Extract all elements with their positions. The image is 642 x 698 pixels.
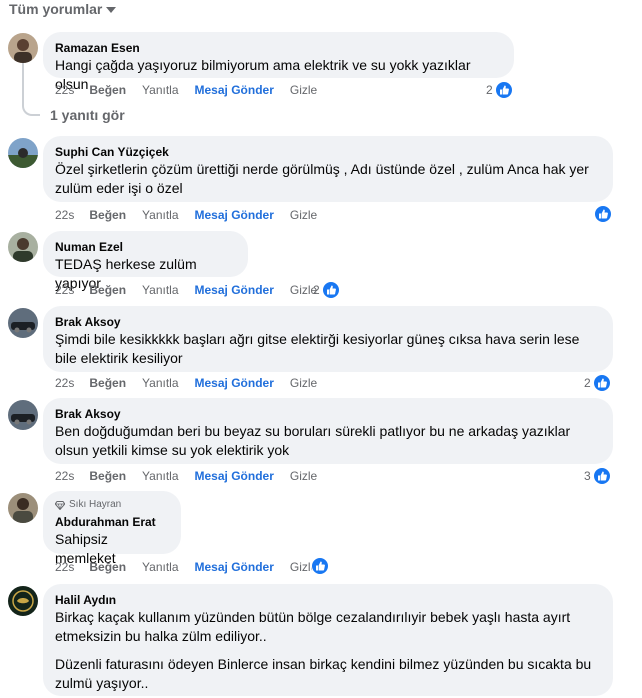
comment-text: Özel şirketlerin çözüm ürettiği nerde gö… [55, 161, 589, 196]
comment-bubble: Sıkı Hayran Abdurahman Erat Sahipsiz mem… [43, 491, 181, 566]
comment-author[interactable]: Brak Aksoy [55, 406, 601, 422]
reply-button[interactable]: Yanıtla [142, 376, 178, 390]
reply-button[interactable]: Yanıtla [142, 283, 178, 297]
send-message-button[interactable]: Mesaj Gönder [195, 469, 274, 483]
like-button[interactable]: Beğen [89, 376, 126, 390]
comment-actions: 22s Beğen Yanıtla Mesaj Gönder Gizle [55, 375, 333, 391]
diamond-icon [55, 500, 65, 510]
comment-time[interactable]: 22s [55, 283, 74, 297]
top-fan-badge: Sıkı Hayran [55, 498, 169, 512]
hide-button[interactable]: Gizle [290, 208, 317, 222]
like-icon [494, 81, 513, 99]
comment-bubble: Halil Aydın Birkaç kaçak kullanım yüzünd… [43, 584, 613, 696]
like-icon [592, 467, 611, 485]
reply-thread-line [22, 63, 40, 116]
comment-bubble: Brak Aksoy Ben doğduğumdan beri bu beyaz… [43, 398, 613, 464]
comment-filter-dropdown[interactable]: Tüm yorumlar [9, 1, 117, 17]
send-message-button[interactable]: Mesaj Gönder [195, 208, 274, 222]
comment-time[interactable]: 22s [55, 376, 74, 390]
reply-button[interactable]: Yanıtla [142, 83, 178, 97]
reaction-count[interactable]: 2 [584, 374, 611, 392]
reaction-count-value: 3 [584, 469, 591, 483]
comment-time[interactable]: 22s [55, 83, 74, 97]
comment-text: Şimdi bile kesikkkkk başları ağrı gitse … [55, 331, 580, 366]
comment-actions: 22s Beğen Yanıtla Mesaj Gönder Gizle [55, 282, 333, 298]
comment-bubble: Numan Ezel TEDAŞ herkese zulüm yapıyor [43, 231, 248, 291]
send-message-button[interactable]: Mesaj Gönder [195, 560, 274, 574]
comment-filter-label: Tüm yorumlar [9, 1, 103, 17]
avatar[interactable] [8, 33, 38, 63]
reaction-count[interactable] [311, 557, 329, 575]
comment-text: Ben doğduğumdan beri bu beyaz su borular… [55, 423, 571, 458]
comment-actions: 22s Beğen Yanıtla Mesaj Gönder Gizle [55, 559, 333, 575]
comment-author[interactable]: Numan Ezel [55, 239, 236, 255]
comment-bubble: Ramazan Esen Hangi çağda yaşıyoruz bilmi… [43, 32, 514, 92]
comment-author[interactable]: Ramazan Esen [55, 40, 502, 56]
avatar[interactable] [8, 400, 38, 430]
comment-time[interactable]: 22s [55, 560, 74, 574]
reply-button[interactable]: Yanıtla [142, 208, 178, 222]
like-icon [594, 205, 612, 223]
reaction-count[interactable]: 2 [313, 281, 340, 299]
avatar[interactable] [8, 493, 38, 523]
comment-bubble: Suphi Can Yüzçiçek Özel şirketlerin çözü… [43, 136, 613, 202]
caret-down-icon [106, 7, 117, 13]
avatar[interactable] [8, 586, 38, 616]
hide-button[interactable]: Gizle [290, 83, 317, 97]
hide-button[interactable]: Gizle [290, 376, 317, 390]
view-replies-button[interactable]: 1 yanıtı gör [50, 107, 125, 123]
hide-button[interactable]: Gizle [290, 469, 317, 483]
send-message-button[interactable]: Mesaj Gönder [195, 83, 274, 97]
comment-author[interactable]: Abdurahman Erat [55, 514, 169, 530]
like-icon [592, 374, 611, 392]
like-button[interactable]: Beğen [89, 208, 126, 222]
like-icon [321, 281, 340, 299]
comment-time[interactable]: 22s [55, 469, 74, 483]
like-button[interactable]: Beğen [89, 560, 126, 574]
send-message-button[interactable]: Mesaj Gönder [195, 376, 274, 390]
comment-author[interactable]: Suphi Can Yüzçiçek [55, 144, 601, 160]
comment-text: Birkaç kaçak kullanım yüzünden bütün böl… [55, 609, 571, 644]
reaction-count-value: 2 [584, 376, 591, 390]
avatar[interactable] [8, 308, 38, 338]
like-button[interactable]: Beğen [89, 283, 126, 297]
comment-bubble: Brak Aksoy Şimdi bile kesikkkkk başları … [43, 306, 613, 372]
avatar[interactable] [8, 232, 38, 262]
comment-time[interactable]: 22s [55, 208, 74, 222]
reaction-count[interactable]: 2 [486, 81, 513, 99]
comment-text: Düzenli faturasını ödeyen Binlerce insan… [55, 656, 592, 691]
like-icon [311, 557, 329, 575]
reaction-count-value: 2 [313, 283, 320, 297]
top-fan-label: Sıkı Hayran [69, 499, 122, 510]
reply-button[interactable]: Yanıtla [142, 469, 178, 483]
reaction-count[interactable]: 3 [584, 467, 611, 485]
like-button[interactable]: Beğen [89, 469, 126, 483]
reaction-count-value: 2 [486, 83, 493, 97]
comment-actions: 22s Beğen Yanıtla Mesaj Gönder Gizle [55, 468, 333, 484]
like-button[interactable]: Beğen [89, 83, 126, 97]
comment-actions: 22s Beğen Yanıtla Mesaj Gönder Gizle [55, 207, 333, 223]
reaction-count[interactable] [594, 205, 612, 223]
avatar[interactable] [8, 138, 38, 168]
reply-button[interactable]: Yanıtla [142, 560, 178, 574]
send-message-button[interactable]: Mesaj Gönder [195, 283, 274, 297]
comment-author[interactable]: Halil Aydın [55, 592, 601, 608]
comment-author[interactable]: Brak Aksoy [55, 314, 601, 330]
comment-actions: 22s Beğen Yanıtla Mesaj Gönder Gizle [55, 82, 333, 98]
